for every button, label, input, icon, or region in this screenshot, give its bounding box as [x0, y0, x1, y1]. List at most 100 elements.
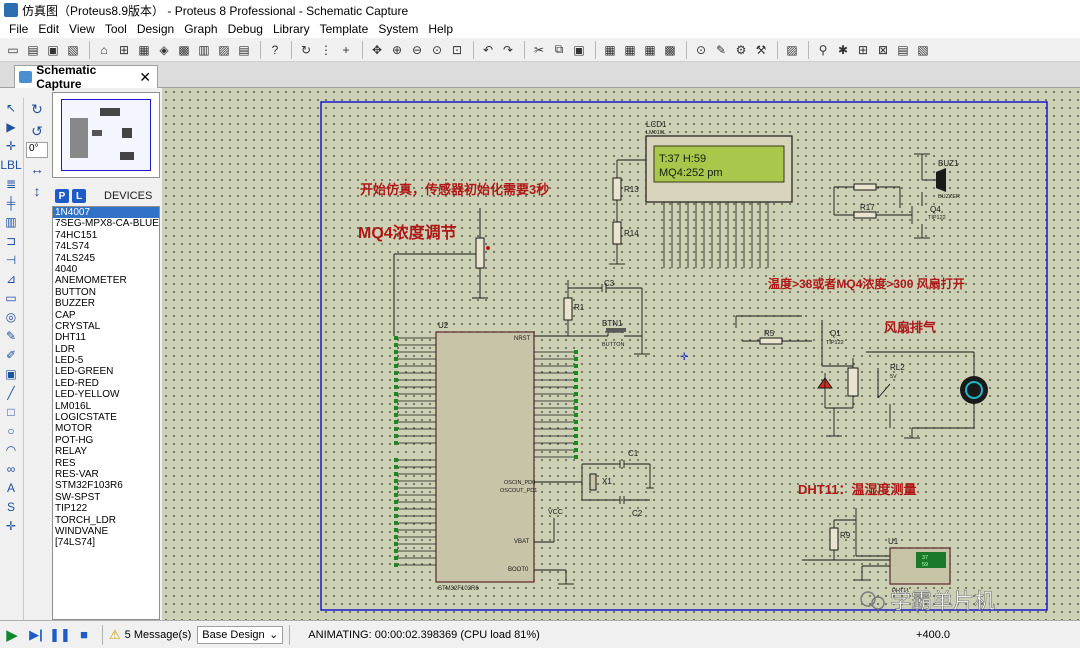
graph-icon[interactable]: ⊿: [0, 269, 22, 288]
menu-tool[interactable]: Tool: [100, 22, 132, 36]
make-device-icon[interactable]: ✎: [712, 41, 730, 59]
tab-schematic-capture[interactable]: Schematic Capture ✕: [14, 63, 158, 91]
home-icon[interactable]: ⌂: [95, 41, 113, 59]
selection-mode-icon[interactable]: ↖: [0, 98, 22, 117]
device-list-item[interactable]: ANEMOMETER: [53, 275, 159, 286]
device-list-item[interactable]: RES-VAR: [53, 469, 159, 480]
device-list-item[interactable]: POT-HG: [53, 435, 159, 446]
messages-indicator[interactable]: ⚠ 5 Message(s): [109, 627, 191, 643]
device-list-item[interactable]: RES: [53, 458, 159, 469]
overview-window[interactable]: [52, 92, 160, 178]
menu-system[interactable]: System: [373, 22, 423, 36]
rotation-angle-field[interactable]: 0°: [26, 142, 48, 158]
zoom-in-icon[interactable]: ⊕: [388, 41, 406, 59]
exit-parent-icon[interactable]: ▤: [894, 41, 912, 59]
device-list-item[interactable]: 1N4007: [53, 207, 159, 219]
device-list-item[interactable]: LOGICSTATE: [53, 412, 159, 423]
search-tag-icon[interactable]: ⚲: [814, 41, 832, 59]
save-icon[interactable]: ▣: [44, 41, 62, 59]
undo-icon[interactable]: ↶: [479, 41, 497, 59]
r1-resistor[interactable]: [563, 297, 573, 321]
r13-resistor[interactable]: [612, 177, 622, 201]
new-sheet-icon[interactable]: ⊞: [854, 41, 872, 59]
pick-device-icon[interactable]: ⊙: [692, 41, 710, 59]
r17-resistor[interactable]: [853, 211, 877, 219]
devices-list[interactable]: 1N4007 7SEG-MPX8-CA-BLUE 74HC151 74LS74 74LS…: [52, 206, 160, 620]
path-icon[interactable]: ∞: [0, 459, 22, 478]
remove-sheet-icon[interactable]: ⊠: [874, 41, 892, 59]
copy-icon[interactable]: ⧉: [550, 41, 568, 59]
buzzer-symbol[interactable]: [936, 168, 946, 192]
device-pins-icon[interactable]: ⊣: [0, 250, 22, 269]
decompose-icon[interactable]: ⚒: [752, 41, 770, 59]
pick-devices-button[interactable]: P: [55, 189, 69, 203]
close-project-icon[interactable]: ▧: [64, 41, 82, 59]
device-list-item[interactable]: TIP122: [53, 503, 159, 514]
close-tab-icon[interactable]: ✕: [139, 69, 151, 86]
device-list-item[interactable]: CRYSTAL: [53, 321, 159, 332]
menu-help[interactable]: Help: [423, 22, 458, 36]
cut-icon[interactable]: ✂: [530, 41, 548, 59]
x1-crystal[interactable]: [589, 473, 597, 491]
mirror-x-icon[interactable]: ↔: [24, 158, 50, 180]
menu-debug[interactable]: Debug: [223, 22, 268, 36]
symbol-icon[interactable]: S: [0, 497, 22, 516]
device-list-item[interactable]: LED-YELLOW: [53, 389, 159, 400]
pan-icon[interactable]: ✥: [368, 41, 386, 59]
current-probe-icon[interactable]: ✐: [0, 345, 22, 364]
new-file-icon[interactable]: ▭: [4, 41, 22, 59]
open-folder-icon[interactable]: ▤: [24, 41, 42, 59]
device-list-item[interactable]: LM016L: [53, 401, 159, 412]
refresh-icon[interactable]: ↻: [297, 41, 315, 59]
menu-view[interactable]: View: [64, 22, 100, 36]
virtual-instruments-icon[interactable]: ▣: [0, 364, 22, 383]
device-list-item[interactable]: 4040: [53, 264, 159, 275]
packaging-tool-icon[interactable]: ⚙: [732, 41, 750, 59]
line-icon[interactable]: ╱: [0, 383, 22, 402]
device-list-item[interactable]: LED-5: [53, 355, 159, 366]
library-manager-button[interactable]: L: [72, 189, 86, 203]
r14-resistor[interactable]: [612, 221, 622, 245]
gerber-icon[interactable]: ▩: [175, 41, 193, 59]
mirror-y-icon[interactable]: ↕: [24, 180, 50, 202]
device-list-item[interactable]: BUZZER: [53, 298, 159, 309]
block-rotate-icon[interactable]: ▦: [641, 41, 659, 59]
device-list-item[interactable]: 74LS245: [53, 253, 159, 264]
block-copy-icon[interactable]: ▦: [601, 41, 619, 59]
device-list-item[interactable]: WINDVANE: [53, 526, 159, 537]
rotate-clockwise-icon[interactable]: ↻: [24, 98, 50, 120]
menu-design[interactable]: Design: [132, 22, 179, 36]
r9-resistor[interactable]: [829, 527, 839, 551]
buzzer-resistor[interactable]: [853, 183, 877, 191]
device-list-item[interactable]: RELAY: [53, 446, 159, 457]
device-list-item[interactable]: 74LS74: [53, 241, 159, 252]
zoom-area-icon[interactable]: ⊡: [448, 41, 466, 59]
3d-view-icon[interactable]: ◈: [155, 41, 173, 59]
schematic-icon[interactable]: ⊞: [115, 41, 133, 59]
zoom-out-icon[interactable]: ⊖: [408, 41, 426, 59]
relay-coil[interactable]: [847, 367, 859, 397]
junction-dot-icon[interactable]: ✛: [0, 136, 22, 155]
menu-edit[interactable]: Edit: [33, 22, 64, 36]
menu-library[interactable]: Library: [268, 22, 315, 36]
erc-report-icon[interactable]: ▧: [914, 41, 932, 59]
r5-resistor[interactable]: [759, 337, 783, 345]
terminals-icon[interactable]: ⊐: [0, 231, 22, 250]
pcb-icon[interactable]: ▦: [135, 41, 153, 59]
wire-label-icon[interactable]: LBL: [0, 155, 22, 174]
device-list-item[interactable]: 74HC151: [53, 230, 159, 241]
property-assign-icon[interactable]: ✱: [834, 41, 852, 59]
device-list-item[interactable]: MOTOR: [53, 423, 159, 434]
box-icon[interactable]: □: [0, 402, 22, 421]
run-simulation-icon[interactable]: ▶: [0, 623, 24, 647]
voltage-probe-icon[interactable]: ✎: [0, 326, 22, 345]
menu-file[interactable]: File: [4, 22, 33, 36]
btn1-button[interactable]: [606, 328, 626, 332]
subcircuit-icon[interactable]: ▥: [0, 212, 22, 231]
stop-simulation-icon[interactable]: ■: [72, 623, 96, 647]
schematic-canvas[interactable]: 开始仿真，传感器初始化需要3秒 MQ4浓度调节 温度>38或者MQ4浓度>300…: [162, 88, 1080, 620]
origin-icon[interactable]: +: [337, 41, 355, 59]
grid-icon[interactable]: ⋮: [317, 41, 335, 59]
source-code-icon[interactable]: ▨: [215, 41, 233, 59]
help-icon[interactable]: ?: [266, 41, 284, 59]
